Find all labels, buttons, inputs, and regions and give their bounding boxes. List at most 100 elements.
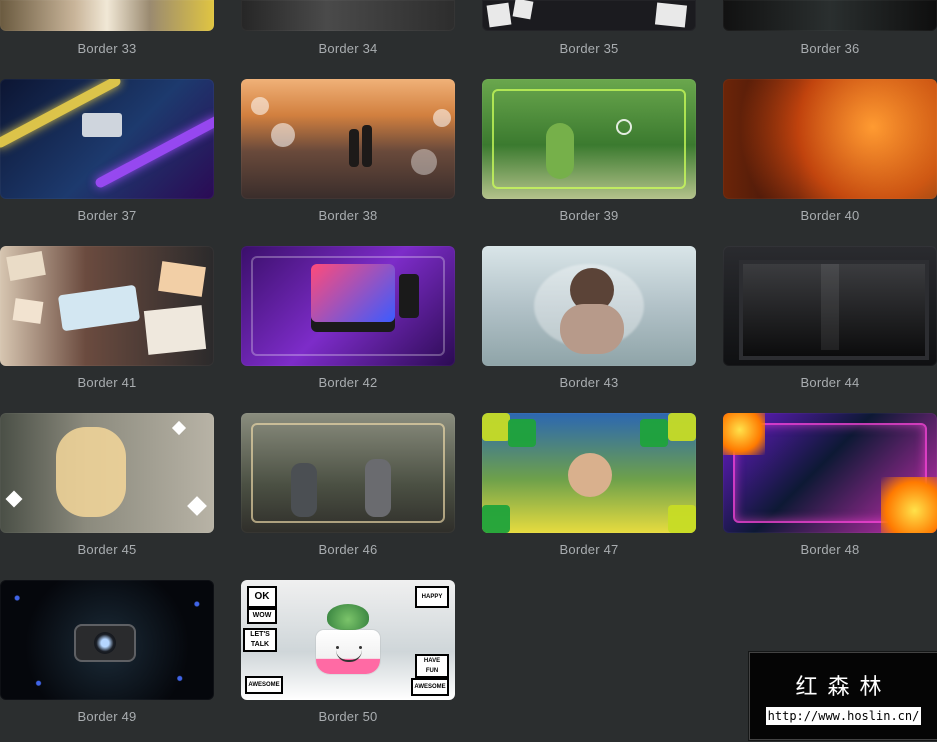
watermark-title: 红森林 [795,675,892,700]
puzzle-piece [668,413,696,441]
succulent-plant [327,604,369,630]
border-label: Border 34 [318,41,378,56]
border-label: Border 43 [559,375,619,390]
border-label: Border 37 [77,208,137,223]
border-thumbnail[interactable] [241,413,455,533]
border-thumbnail[interactable] [723,79,937,199]
border-thumbnail[interactable] [0,246,214,366]
postcard-sticker [158,261,206,297]
border-tile-36[interactable]: Border 36 [723,0,937,56]
border-thumbnail[interactable]: OK WOW LET'S TALK AWESOME HAPPY HAVE FUN… [241,580,455,700]
border-tile-50[interactable]: OK WOW LET'S TALK AWESOME HAPPY HAVE FUN… [241,580,455,724]
border-tile-42[interactable]: Border 42 [241,246,455,390]
pot-eye [336,646,339,649]
border-label: Border 35 [559,41,619,56]
border-thumbnail[interactable] [241,246,455,366]
person-body [560,304,624,354]
border-tile-48[interactable]: Border 48 [723,413,937,557]
border-tile-37[interactable]: Border 37 [0,79,214,223]
phone-icon [399,274,419,318]
street-light [821,264,839,350]
puzzle-piece [640,419,668,447]
puzzle-piece [482,413,510,441]
border-label: Border 50 [318,709,378,724]
sticker-lets-talk: LET'S TALK [243,628,277,652]
border-tile-34[interactable]: Border 34 [241,0,455,56]
border-thumbnail[interactable] [241,79,455,199]
border-label: Border 41 [77,375,137,390]
border-tile-38[interactable]: Border 38 [241,79,455,223]
border-label: Border 36 [800,41,860,56]
border-thumbnail[interactable] [482,0,696,31]
person-silhouette [349,129,359,167]
map-shape [57,284,141,332]
border-label: Border 33 [77,41,137,56]
border-tile-45[interactable]: Border 45 [0,413,214,557]
border-label: Border 46 [318,542,378,557]
puzzle-piece [508,419,536,447]
border-thumbnail[interactable] [482,79,696,199]
border-thumbnail[interactable] [0,413,214,533]
border-tile-33[interactable]: Border 33 [0,0,214,56]
laptop-shape [82,113,122,137]
border-label: Border 40 [800,208,860,223]
bokeh-dot [411,149,437,175]
border-tile-44[interactable]: Border 44 [723,246,937,390]
border-label: Border 38 [318,208,378,223]
bokeh-dot [271,123,295,147]
postcard-sticker [6,251,46,281]
border-label: Border 42 [318,375,378,390]
border-thumbnail[interactable] [723,0,937,31]
border-tile-49[interactable]: Border 49 [0,580,214,724]
border-thumbnail[interactable] [0,0,214,31]
border-label: Border 48 [800,542,860,557]
border-thumbnail[interactable] [723,413,937,533]
border-thumbnail[interactable] [0,580,214,700]
child-figure [546,123,574,179]
border-gallery: Border 33 Border 34 Border 35 Border 36 … [0,0,937,742]
border-label: Border 45 [77,542,137,557]
bokeh-dot [251,97,269,115]
watermark-url: http://www.hoslin.cn/ [766,707,921,725]
laptop-icon [311,264,395,322]
border-tile-35[interactable]: Border 35 [482,0,696,56]
border-tile-39[interactable]: Border 39 [482,79,696,223]
border-thumbnail[interactable] [0,79,214,199]
grid-border [492,89,686,189]
border-label: Border 39 [559,208,619,223]
sticker-happy: HAPPY [415,586,449,608]
person-hair [56,427,126,517]
person-face [568,453,612,497]
star-icon [187,496,207,516]
sticker-have-fun: HAVE FUN [415,654,449,678]
border-tile-46[interactable]: Border 46 [241,413,455,557]
postcard-sticker [143,305,207,355]
person-silhouette [362,125,372,167]
fire-overlay [723,79,937,199]
border-thumbnail[interactable] [482,246,696,366]
gold-frame [251,423,445,523]
puzzle-piece [668,505,696,533]
bubble-icon [616,119,632,135]
border-tile-47[interactable]: Border 47 [482,413,696,557]
border-tile-41[interactable]: Border 41 [0,246,214,390]
person-figure [291,463,317,517]
border-tile-43[interactable]: Border 43 [482,246,696,390]
sticker-wow: WOW [247,608,277,624]
photo-card [654,2,688,28]
border-thumbnail[interactable] [241,0,455,31]
bokeh-dot [433,109,451,127]
border-label: Border 47 [559,542,619,557]
watermark: 红森林 http://www.hoslin.cn/ [749,652,937,740]
sparkle-border [0,580,214,700]
star-icon [5,490,23,508]
leaf-decor [881,477,937,533]
border-label: Border 49 [77,709,137,724]
person-figure [365,459,391,517]
border-thumbnail[interactable] [482,413,696,533]
border-thumbnail[interactable] [723,246,937,366]
postcard-sticker [12,298,44,324]
puzzle-piece [482,505,510,533]
sticker-awesome-2: AWESOME [411,678,449,696]
border-tile-40[interactable]: Border 40 [723,79,937,223]
